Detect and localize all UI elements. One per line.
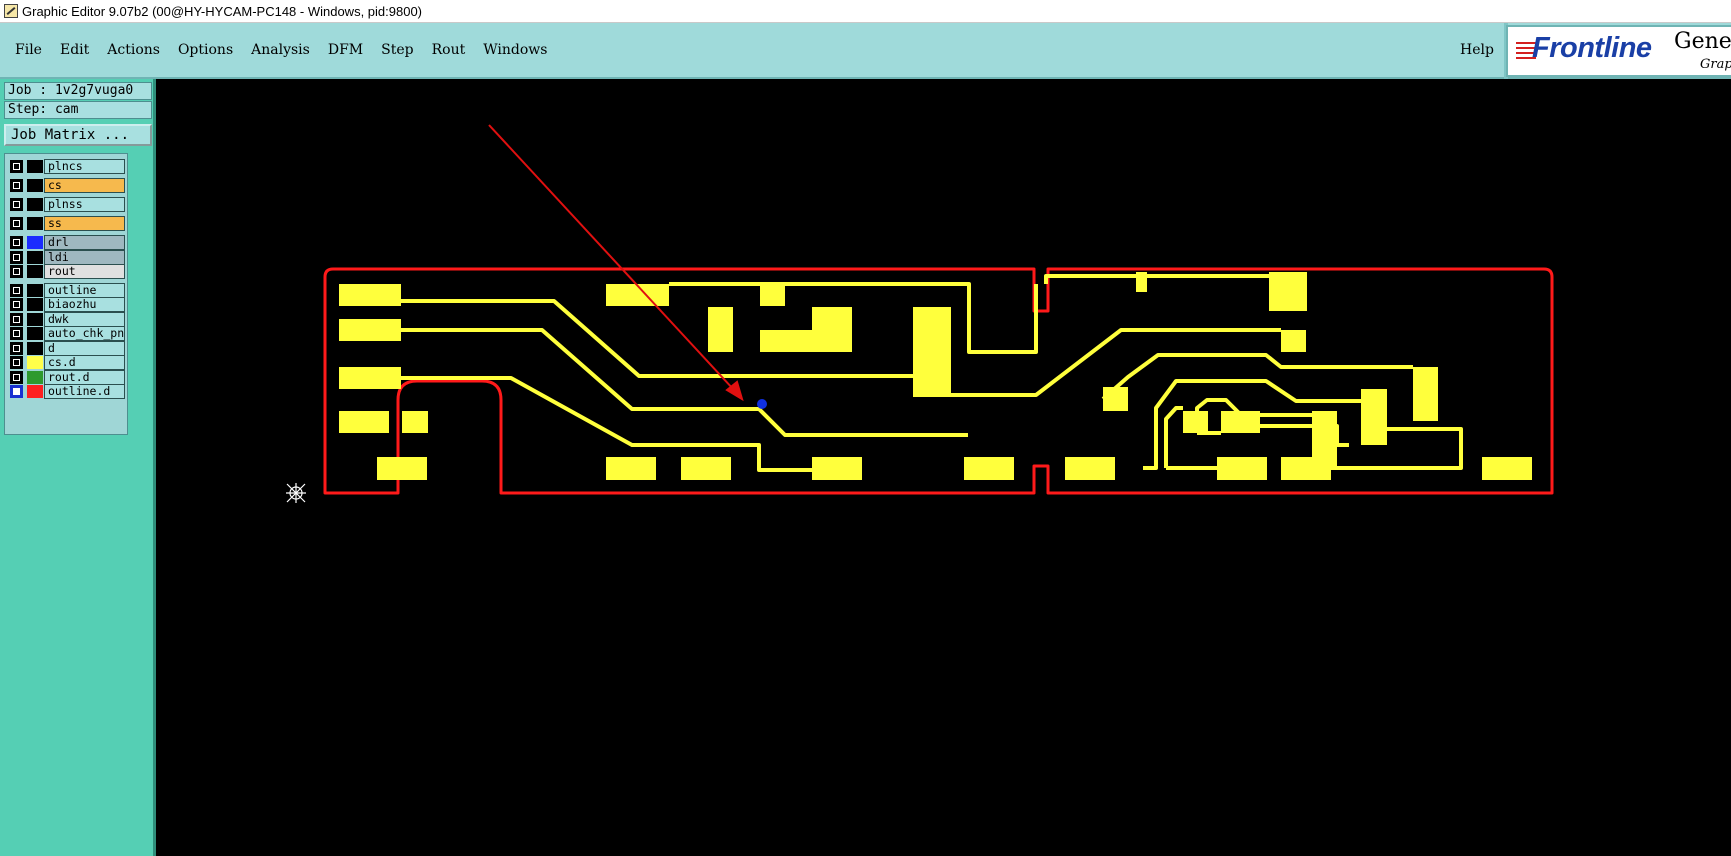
layer-row-ss[interactable]: ss: [7, 216, 125, 231]
menu-file[interactable]: File: [15, 42, 42, 58]
app-icon: [4, 4, 18, 18]
layer-row-outline-d[interactable]: outline.d: [7, 384, 125, 399]
layer-row-plnss[interactable]: plnss: [7, 197, 125, 212]
layer-checkbox[interactable]: [10, 298, 23, 311]
layer-color-swatch[interactable]: [27, 217, 43, 230]
layer-color-swatch[interactable]: [27, 313, 43, 326]
layer-checkbox[interactable]: [10, 160, 23, 173]
layer-checkbox[interactable]: [10, 371, 23, 384]
layer-row-ldi[interactable]: ldi: [7, 250, 125, 265]
frontline-logo: Frontline Gene Grap: [1506, 25, 1731, 77]
menu-actions[interactable]: Actions: [107, 42, 160, 58]
menu-options[interactable]: Options: [178, 42, 233, 58]
layer-row-drl[interactable]: drl: [7, 235, 125, 250]
menu-dfm[interactable]: DFM: [328, 42, 363, 58]
layer-checkbox[interactable]: [10, 327, 23, 340]
layer-row-d[interactable]: d: [7, 341, 125, 356]
drill-hit: [757, 399, 767, 409]
layer-color-swatch[interactable]: [27, 371, 43, 384]
datum-marker-icon: [286, 483, 306, 503]
logo-brand: Frontline: [1532, 32, 1652, 64]
menu-windows[interactable]: Windows: [483, 42, 547, 58]
menu-items: File Edit Actions Options Analysis DFM S…: [6, 23, 556, 77]
layer-checkbox[interactable]: [10, 284, 23, 297]
layer-name[interactable]: rout.d: [44, 370, 125, 385]
layer-row-biaozhu[interactable]: biaozhu: [7, 297, 125, 312]
layer-checkbox[interactable]: [10, 265, 23, 278]
layer-name[interactable]: plncs: [44, 159, 125, 174]
layer-checkbox[interactable]: [10, 356, 23, 369]
layer-checkbox[interactable]: [10, 385, 23, 398]
menubar: File Edit Actions Options Analysis DFM S…: [0, 23, 1731, 79]
layer-name[interactable]: rout: [44, 264, 125, 279]
menu-rout[interactable]: Rout: [432, 42, 466, 58]
menu-analysis[interactable]: Analysis: [251, 42, 310, 58]
menu-edit[interactable]: Edit: [60, 42, 89, 58]
layer-row-plncs[interactable]: plncs: [7, 159, 125, 174]
layer-color-swatch[interactable]: [27, 251, 43, 264]
logo-product-sub: Grap: [1700, 57, 1731, 72]
layer-color-swatch[interactable]: [27, 265, 43, 278]
job-matrix-button[interactable]: Job Matrix ...: [4, 124, 152, 146]
layer-color-swatch[interactable]: [27, 298, 43, 311]
layer-row-auto-chk-pnl[interactable]: auto_chk_pnl: [7, 326, 125, 341]
layer-color-swatch[interactable]: [27, 284, 43, 297]
layer-name[interactable]: ldi: [44, 250, 125, 265]
logo-product: Gene: [1674, 29, 1731, 54]
job-label: Job : 1v2g7vuga0: [4, 82, 152, 100]
layer-checkbox[interactable]: [10, 198, 23, 211]
window-title: Graphic Editor 9.07b2 (00@HY-HYCAM-PC148…: [22, 3, 423, 19]
layer-list: plncs cs plnss ss drl ldi rout outline biaozhu dw…: [4, 153, 128, 435]
layer-checkbox[interactable]: [10, 236, 23, 249]
copper-pads: [339, 272, 1532, 480]
pcb-board-view[interactable]: [156, 79, 1731, 856]
menu-step[interactable]: Step: [381, 42, 413, 58]
layer-row-cs[interactable]: cs: [7, 178, 125, 193]
layer-name[interactable]: cs: [44, 178, 125, 193]
layer-color-swatch[interactable]: [27, 236, 43, 249]
layer-color-swatch[interactable]: [27, 327, 43, 340]
layer-checkbox[interactable]: [10, 217, 23, 230]
layer-row-outline[interactable]: outline: [7, 283, 125, 298]
layer-name[interactable]: plnss: [44, 197, 125, 212]
layer-color-swatch[interactable]: [27, 179, 43, 192]
layer-row-dwk[interactable]: dwk: [7, 312, 125, 327]
layer-color-swatch[interactable]: [27, 198, 43, 211]
layer-color-swatch[interactable]: [27, 342, 43, 355]
layer-name[interactable]: biaozhu: [44, 297, 125, 312]
layer-name[interactable]: auto_chk_pnl: [44, 326, 125, 341]
layer-row-rout-d[interactable]: rout.d: [7, 370, 125, 385]
layer-name[interactable]: outline: [44, 283, 125, 298]
layer-name[interactable]: outline.d: [44, 384, 125, 399]
layer-color-swatch[interactable]: [27, 356, 43, 369]
window-titlebar: Graphic Editor 9.07b2 (00@HY-HYCAM-PC148…: [0, 0, 1731, 23]
step-label: Step: cam: [4, 101, 152, 119]
layer-name[interactable]: ss: [44, 216, 125, 231]
menu-help[interactable]: Help: [1460, 23, 1494, 77]
layer-name[interactable]: cs.d: [44, 355, 125, 370]
layer-row-cs-d[interactable]: cs.d: [7, 355, 125, 370]
graphic-canvas[interactable]: [156, 79, 1731, 856]
layer-checkbox[interactable]: [10, 342, 23, 355]
layer-color-swatch[interactable]: [27, 160, 43, 173]
layer-name[interactable]: d: [44, 341, 125, 356]
layer-color-swatch[interactable]: [27, 385, 43, 398]
layer-name[interactable]: dwk: [44, 312, 125, 327]
layer-checkbox[interactable]: [10, 251, 23, 264]
layer-checkbox[interactable]: [10, 313, 23, 326]
layer-checkbox[interactable]: [10, 179, 23, 192]
layer-row-rout[interactable]: rout: [7, 264, 125, 279]
layer-name[interactable]: drl: [44, 235, 125, 250]
